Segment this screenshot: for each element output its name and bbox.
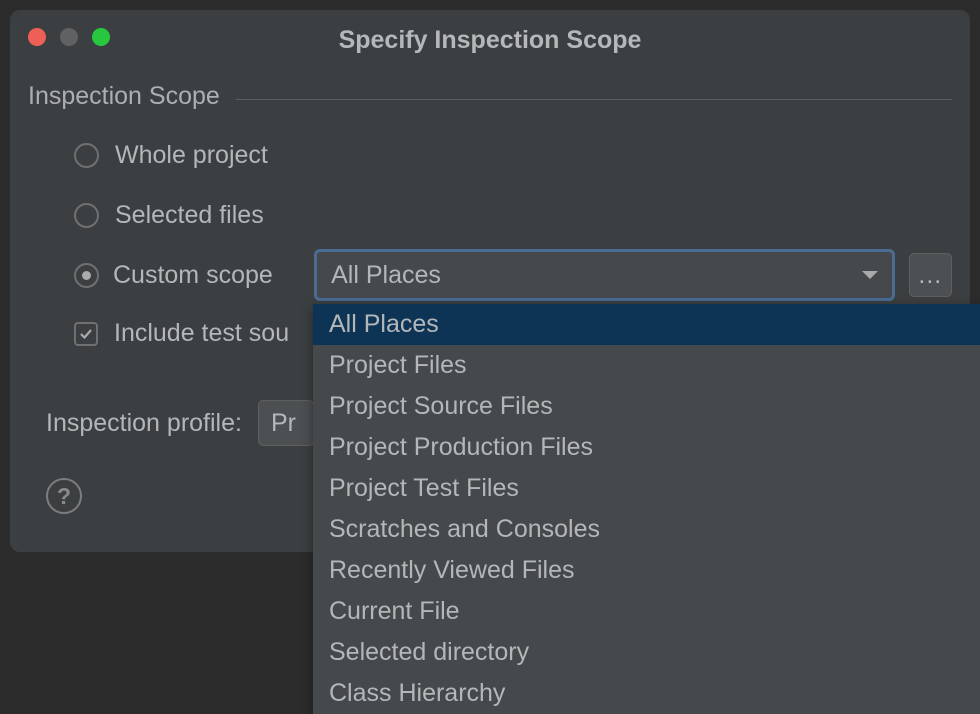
divider <box>236 99 952 100</box>
profile-select-value: Pr <box>271 409 296 438</box>
inspection-scope-dialog: Specify Inspection Scope Inspection Scop… <box>10 10 970 552</box>
dialog-title: Specify Inspection Scope <box>10 26 970 55</box>
radio-row-whole-project[interactable]: Whole project <box>74 139 952 171</box>
include-test-sources-label: Include test sou <box>114 319 289 348</box>
scope-edit-button[interactable]: ... <box>909 253 952 297</box>
dropdown-item[interactable]: Project Source Files <box>313 386 980 427</box>
titlebar: Specify Inspection Scope <box>10 10 970 54</box>
radio-selected-files[interactable] <box>74 203 99 228</box>
radio-row-selected-files[interactable]: Selected files <box>74 199 952 231</box>
dropdown-item[interactable]: Class Hierarchy <box>313 673 980 714</box>
section-header: Inspection Scope <box>28 82 952 111</box>
help-button[interactable]: ? <box>46 478 82 514</box>
radio-whole-project[interactable] <box>74 143 99 168</box>
include-test-sources-checkbox[interactable] <box>74 322 98 346</box>
ellipsis-icon: ... <box>918 261 942 290</box>
radio-label-selected-files: Selected files <box>115 201 264 230</box>
help-icon: ? <box>57 483 71 510</box>
inspection-profile-label: Inspection profile: <box>46 409 242 438</box>
dropdown-item[interactable]: All Places <box>313 304 980 345</box>
scope-dropdown-popup[interactable]: All PlacesProject FilesProject Source Fi… <box>313 304 980 714</box>
dropdown-item[interactable]: Current File <box>313 591 980 632</box>
radio-label-whole-project: Whole project <box>115 141 268 170</box>
radio-label-custom-scope: Custom scope <box>113 261 300 290</box>
maximize-window-button[interactable] <box>92 28 110 46</box>
chevron-down-icon <box>862 271 878 279</box>
dropdown-item[interactable]: Scratches and Consoles <box>313 509 980 550</box>
dropdown-item[interactable]: Project Production Files <box>313 427 980 468</box>
scope-radio-group: Whole project Selected files Custom scop… <box>28 139 952 291</box>
scope-select-value: All Places <box>331 261 441 290</box>
minimize-window-button[interactable] <box>60 28 78 46</box>
dropdown-item[interactable]: Recently Viewed Files <box>313 550 980 591</box>
custom-scope-select[interactable]: All Places <box>314 249 895 301</box>
checkmark-icon <box>79 327 93 341</box>
radio-row-custom-scope[interactable]: Custom scope All Places ... <box>74 259 952 291</box>
dropdown-item[interactable]: Selected directory <box>313 632 980 673</box>
inspection-profile-select[interactable]: Pr <box>258 400 314 446</box>
dropdown-item[interactable]: Project Test Files <box>313 468 980 509</box>
radio-custom-scope[interactable] <box>74 263 99 288</box>
window-controls <box>28 28 110 46</box>
close-window-button[interactable] <box>28 28 46 46</box>
section-label: Inspection Scope <box>28 82 220 111</box>
dropdown-item[interactable]: Project Files <box>313 345 980 386</box>
